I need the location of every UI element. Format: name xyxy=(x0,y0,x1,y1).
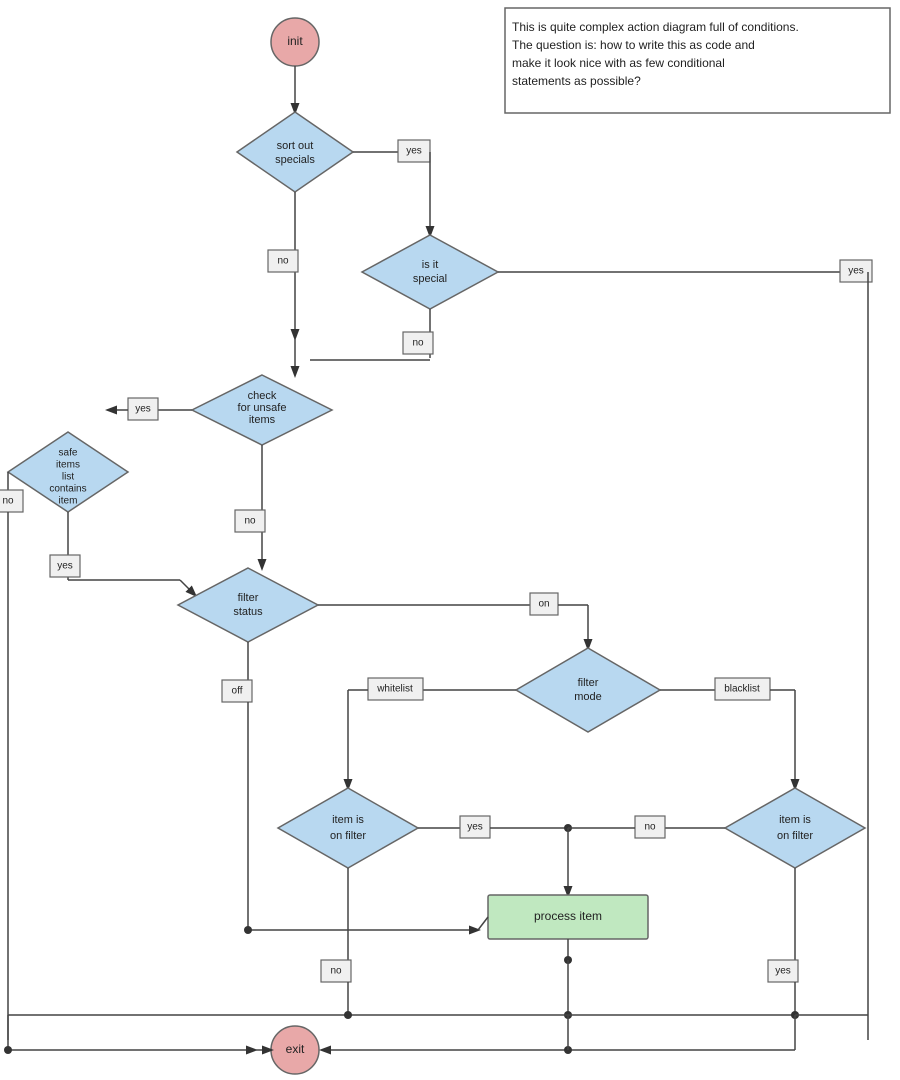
yes-label-filter-right: yes xyxy=(775,966,791,977)
yes-label-1: yes xyxy=(406,146,422,157)
dot-left-exit xyxy=(4,1046,12,1054)
safe-items-text2: items xyxy=(56,460,80,471)
safe-items-text4: contains xyxy=(49,484,86,495)
dot-bottom-left xyxy=(344,1011,352,1019)
item-filter-left-text1: item is xyxy=(332,814,364,826)
note-text-4: statements as possible? xyxy=(512,74,641,88)
safe-items-text1: safe xyxy=(59,448,78,459)
no-label-check: no xyxy=(244,516,256,527)
no-label-filter-right: no xyxy=(644,822,656,833)
blacklist-label: blacklist xyxy=(724,684,760,695)
note-text-2: The question is: how to write this as co… xyxy=(512,38,755,52)
init-text: init xyxy=(287,34,303,48)
process-item-text: process item xyxy=(534,909,602,923)
whitelist-label: whitelist xyxy=(376,684,413,695)
sort-specials-text2: specials xyxy=(275,154,315,166)
note-text-1: This is quite complex action diagram ful… xyxy=(512,20,799,34)
check-unsafe-text1: check xyxy=(248,390,277,402)
yes-label-safe: yes xyxy=(57,561,73,572)
filter-status-text1: filter xyxy=(238,592,259,604)
yes-label-filter-left: yes xyxy=(467,822,483,833)
safe-items-text3: list xyxy=(62,472,74,483)
yes-label-check: yes xyxy=(135,404,151,415)
safe-items-text5: item xyxy=(59,496,78,507)
filter-mode-text2: mode xyxy=(574,691,602,703)
no-label-1: no xyxy=(277,256,289,267)
no-label-isit: no xyxy=(412,338,424,349)
item-filter-right-text2: on filter xyxy=(777,830,813,842)
sort-specials-text1: sort out xyxy=(277,140,314,152)
diagram-container: This is quite complex action diagram ful… xyxy=(0,0,900,1080)
yes-label-far-right: yes xyxy=(848,266,864,277)
note-text-3: make it look nice with as few conditiona… xyxy=(512,56,725,70)
no-label-safe: no xyxy=(2,496,14,507)
is-it-special-text1: is it xyxy=(422,259,439,271)
on-label: on xyxy=(538,599,549,610)
filter-status-text2: status xyxy=(233,606,263,618)
item-filter-left-text2: on filter xyxy=(330,830,366,842)
item-filter-right-text1: item is xyxy=(779,814,811,826)
dot-off xyxy=(244,926,252,934)
check-unsafe-text3: items xyxy=(249,414,276,426)
off-label: off xyxy=(232,686,243,697)
filter-mode-text1: filter xyxy=(578,677,599,689)
no-label-filter-left: no xyxy=(330,966,342,977)
is-it-special-text2: special xyxy=(413,273,447,285)
check-unsafe-text2: for unsafe xyxy=(238,402,287,414)
exit-text: exit xyxy=(286,1042,305,1056)
